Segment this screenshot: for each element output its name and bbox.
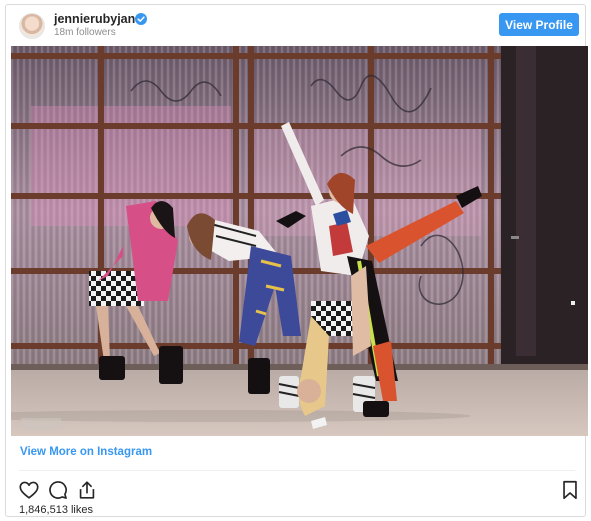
share-button[interactable] bbox=[76, 479, 98, 501]
heart-icon bbox=[19, 481, 39, 499]
comment-button[interactable] bbox=[47, 479, 69, 501]
divider bbox=[19, 470, 575, 471]
verified-badge-icon bbox=[135, 13, 147, 25]
photo-image bbox=[11, 46, 588, 436]
avatar[interactable] bbox=[19, 13, 45, 39]
like-button[interactable] bbox=[18, 479, 40, 501]
post-header: jennierubyjane 18m followers View Profil… bbox=[6, 5, 585, 45]
bookmark-icon bbox=[563, 480, 577, 500]
like-count: 1,846,513 likes bbox=[19, 504, 93, 516]
username[interactable]: jennierubyjane bbox=[54, 12, 142, 27]
comment-icon bbox=[49, 481, 67, 499]
share-icon bbox=[79, 481, 95, 499]
save-button[interactable] bbox=[559, 479, 581, 501]
post-photo[interactable] bbox=[11, 46, 588, 436]
view-more-on-instagram-link[interactable]: View More on Instagram bbox=[20, 446, 152, 458]
view-profile-button[interactable]: View Profile bbox=[499, 13, 579, 36]
follower-count: 18m followers bbox=[54, 27, 116, 38]
instagram-embed-card: jennierubyjane 18m followers View Profil… bbox=[5, 4, 588, 517]
